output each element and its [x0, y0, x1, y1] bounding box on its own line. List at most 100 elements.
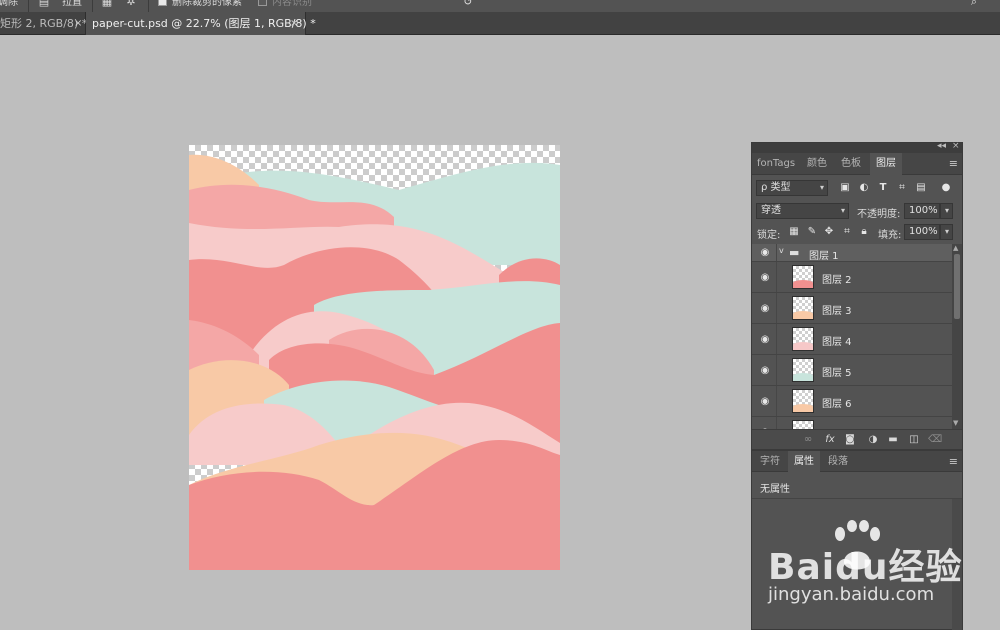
- fill-dropdown[interactable]: ▾: [940, 224, 953, 240]
- opacity-input[interactable]: 100%: [904, 203, 940, 219]
- layers-panel: ◂◂ × fonTags 颜色 色板 图层 ≡ ρ 类型 ▾ ▣ ◐ T ⌗ ▤…: [751, 141, 963, 450]
- layer-row[interactable]: ◉ 图层: [752, 417, 952, 429]
- layer-row[interactable]: ◉ 图层 2: [752, 262, 952, 293]
- reset-icon[interactable]: ↺: [462, 0, 474, 8]
- new-layer-icon[interactable]: ◫: [907, 434, 921, 446]
- tab-paper-cut[interactable]: paper-cut.psd @ 22.7% (图层 1, RGB/8) * ×: [86, 12, 316, 35]
- mask-icon[interactable]: ◙: [843, 434, 857, 446]
- close-icon[interactable]: ×: [952, 141, 960, 151]
- layers-panel-tabs: fonTags 颜色 色板 图层 ≡: [752, 153, 962, 175]
- eye-icon[interactable]: ◉: [758, 272, 772, 284]
- divider: [776, 244, 777, 261]
- fill-input[interactable]: 100%: [904, 224, 940, 240]
- scroll-down-icon[interactable]: ▼: [953, 419, 958, 427]
- layers-footer: ∞ fx ◙ ◑ ▬ ◫ ⌫: [752, 429, 962, 449]
- straighten-label[interactable]: 拉直: [62, 0, 82, 10]
- chevron-down-icon: ▾: [840, 206, 845, 215]
- thumbnail-fill: [793, 373, 813, 381]
- image-filter-icon[interactable]: ▣: [839, 182, 851, 194]
- layer-row[interactable]: ◉ 图层 6: [752, 386, 952, 417]
- layer-filter-select[interactable]: ρ 类型 ▾: [756, 180, 828, 196]
- smart-object-filter-icon[interactable]: ▤: [915, 182, 927, 194]
- tab-properties[interactable]: 属性: [788, 451, 820, 473]
- layers-scrollbar[interactable]: ▲ ▼: [952, 244, 962, 429]
- divider: [776, 417, 777, 429]
- chevron-down-icon: ▾: [819, 183, 824, 192]
- divider: [92, 0, 93, 12]
- lock-artboard-icon[interactable]: ⌗: [841, 226, 853, 238]
- content-aware-label: 内容识别: [272, 0, 312, 8]
- link-icon[interactable]: ∞: [801, 434, 815, 446]
- options-item-1[interactable]: 调除: [0, 0, 18, 10]
- fx-icon[interactable]: fx: [823, 434, 837, 446]
- lock-position-icon[interactable]: ✥: [823, 226, 835, 238]
- no-properties-text: 无属性: [760, 484, 790, 495]
- panel-menu-icon[interactable]: ≡: [949, 455, 958, 468]
- tab-swatches[interactable]: 色板: [836, 153, 866, 175]
- close-icon[interactable]: ×: [290, 12, 298, 35]
- divider: [776, 386, 777, 416]
- fill-label: 填充:: [878, 230, 902, 241]
- group-name: 图层 1: [809, 251, 839, 262]
- layer-thumbnail: [792, 389, 814, 413]
- shape-filter-icon[interactable]: ⌗: [896, 182, 908, 194]
- lock-row: 锁定: ▦ ✎ ✥ ⌗ 🔒︎ 填充: 100% ▾: [752, 223, 962, 243]
- panel-menu-icon[interactable]: ≡: [949, 157, 958, 170]
- adjustment-filter-icon[interactable]: ◐: [858, 182, 870, 194]
- adjustment-icon[interactable]: ◑: [866, 434, 880, 446]
- filter-label: ρ 类型: [761, 182, 791, 193]
- thumbnail-fill: [793, 280, 813, 288]
- tab-color[interactable]: 颜色: [802, 153, 832, 175]
- type-filter-icon[interactable]: T: [877, 182, 889, 194]
- eye-icon[interactable]: ◉: [758, 334, 772, 346]
- layer-list: ◉ v ▬ 图层 1 ◉ 图层 2 ◉ 图层 3 ◉ 图层 4 ◉ 图层 5 ◉…: [752, 244, 952, 429]
- chevron-down-icon[interactable]: v: [779, 246, 784, 255]
- divider: [776, 262, 777, 292]
- tab-character[interactable]: 字符: [754, 451, 786, 473]
- straighten-icon[interactable]: ▤: [38, 0, 50, 8]
- collapse-icon[interactable]: ◂◂: [937, 141, 946, 151]
- lock-transparent-icon[interactable]: ▦: [788, 226, 800, 238]
- close-icon[interactable]: ×: [74, 12, 82, 35]
- search-icon[interactable]: ⌕: [968, 0, 980, 8]
- scroll-thumb[interactable]: [954, 254, 960, 319]
- thumbnail-fill: [793, 311, 813, 319]
- tab-label: paper-cut.psd @ 22.7% (图层 1, RGB/8) *: [92, 17, 316, 30]
- document-canvas[interactable]: [189, 145, 560, 570]
- blend-row: 穿透 ▾ 不透明度: 100% ▾: [752, 201, 962, 223]
- watermark-url: jingyan.baidu.com: [768, 584, 935, 605]
- layer-filter-row: ρ 类型 ▾ ▣ ◐ T ⌗ ▤ ●: [752, 177, 962, 201]
- layer-row[interactable]: ◉ 图层 5: [752, 355, 952, 386]
- eye-icon[interactable]: ◉: [758, 365, 772, 377]
- layer-thumbnail: [792, 420, 814, 429]
- chevron-down-icon: ▾: [944, 227, 949, 236]
- scroll-up-icon[interactable]: ▲: [953, 244, 958, 252]
- trash-icon[interactable]: ⌫: [928, 434, 942, 446]
- layer-group-row[interactable]: ◉ v ▬ 图层 1: [752, 244, 952, 262]
- layer-row[interactable]: ◉ 图层 3: [752, 293, 952, 324]
- gear-icon[interactable]: ✲: [125, 0, 137, 8]
- blend-mode-select[interactable]: 穿透 ▾: [756, 203, 849, 219]
- filter-toggle-icon[interactable]: ●: [940, 182, 952, 194]
- delete-cropped-checkbox[interactable]: [158, 0, 167, 6]
- new-group-icon[interactable]: ▬: [886, 434, 900, 446]
- watermark-brand: Baidu经验: [768, 547, 963, 588]
- thumbnail-fill: [793, 404, 813, 412]
- layer-thumbnail: [792, 358, 814, 382]
- blend-mode-value: 穿透: [761, 205, 781, 216]
- eye-icon[interactable]: ◉: [758, 396, 772, 408]
- tab-layers[interactable]: 图层: [870, 153, 902, 175]
- content-aware-checkbox[interactable]: [258, 0, 267, 6]
- lock-all-icon[interactable]: 🔒︎: [858, 226, 870, 238]
- opacity-dropdown[interactable]: ▾: [940, 203, 953, 219]
- eye-icon[interactable]: ◉: [758, 247, 772, 259]
- tab-rectangle-doc[interactable]: 矩形 2, RGB/8) * ×: [0, 12, 87, 35]
- lock-pixels-icon[interactable]: ✎: [806, 226, 818, 238]
- crop-grid-icon[interactable]: ▦: [101, 0, 113, 8]
- layer-name: 图层 5: [822, 368, 852, 379]
- layer-row[interactable]: ◉ 图层 4: [752, 324, 952, 355]
- lock-label: 锁定:: [757, 230, 781, 241]
- tab-fontags[interactable]: fonTags: [754, 153, 798, 175]
- eye-icon[interactable]: ◉: [758, 303, 772, 315]
- tab-paragraph[interactable]: 段落: [822, 451, 854, 473]
